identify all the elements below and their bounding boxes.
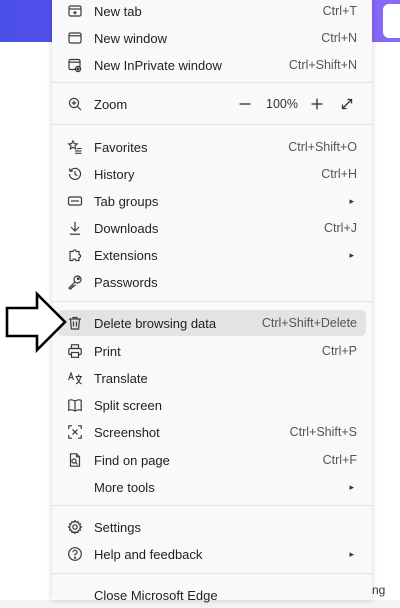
new-tab-icon: [67, 3, 83, 19]
menu-divider: [52, 301, 372, 302]
split-screen-icon: [67, 397, 83, 413]
help-icon: [67, 546, 83, 562]
download-icon: [67, 220, 83, 236]
inprivate-icon: [67, 57, 83, 73]
menu-item-new-inprivate-window[interactable]: New InPrivate window Ctrl+Shift+N: [58, 52, 366, 78]
fullscreen-button[interactable]: [338, 95, 356, 113]
trash-icon: [67, 315, 83, 331]
history-icon: [67, 166, 83, 182]
menu-item-new-window[interactable]: New window Ctrl+N: [58, 25, 366, 51]
menu-divider: [52, 573, 372, 574]
menu-item-delete-browsing-data[interactable]: Delete browsing data Ctrl+Shift+Delete: [58, 310, 366, 336]
puzzle-icon: [67, 247, 83, 263]
menu-item-more-tools[interactable]: More tools ▸: [58, 474, 366, 500]
menu-divider: [52, 124, 372, 125]
menu-item-new-tab[interactable]: New tab Ctrl+T: [58, 0, 366, 24]
menu-item-passwords[interactable]: Passwords: [58, 269, 366, 295]
pointer-arrow-icon: [5, 291, 67, 353]
menu-item-close-microsoft-edge[interactable]: Close Microsoft Edge: [58, 582, 366, 608]
printer-icon: [67, 343, 83, 359]
menu-item-extensions[interactable]: Extensions ▸: [58, 242, 366, 268]
menu-item-settings[interactable]: Settings: [58, 514, 366, 540]
menu-item-zoom: Zoom 100%: [58, 91, 366, 117]
menu-item-find-on-page[interactable]: Find on page Ctrl+F: [58, 447, 366, 473]
menu-item-screenshot[interactable]: Screenshot Ctrl+Shift+S: [58, 419, 366, 445]
menu-divider: [52, 82, 372, 83]
menu-item-downloads[interactable]: Downloads Ctrl+J: [58, 215, 366, 241]
zoom-in-button[interactable]: [308, 95, 326, 113]
background-button: [383, 4, 400, 38]
menu-divider: [52, 505, 372, 506]
zoom-icon: [67, 96, 83, 112]
submenu-arrow-icon: ▸: [349, 481, 354, 492]
find-page-icon: [67, 452, 83, 468]
menu-item-favorites[interactable]: Favorites Ctrl+Shift+O: [58, 134, 366, 160]
submenu-arrow-icon: ▸: [349, 249, 354, 260]
menu-item-history[interactable]: History Ctrl+H: [58, 161, 366, 187]
window-icon: [67, 30, 83, 46]
background-page-right: [372, 42, 400, 600]
zoom-controls: 100%: [236, 95, 356, 113]
tab-groups-icon: [67, 193, 83, 209]
key-icon: [67, 274, 83, 290]
gear-icon: [67, 519, 83, 535]
menu-item-help-and-feedback[interactable]: Help and feedback ▸: [58, 541, 366, 567]
background-text: ng: [372, 583, 386, 597]
submenu-arrow-icon: ▸: [349, 548, 354, 559]
star-list-icon: [67, 139, 83, 155]
zoom-level: 100%: [266, 97, 298, 111]
menu-item-tab-groups[interactable]: Tab groups ▸: [58, 188, 366, 214]
submenu-arrow-icon: ▸: [349, 195, 354, 206]
translate-icon: [67, 370, 83, 386]
menu-item-split-screen[interactable]: Split screen: [58, 392, 366, 418]
menu-item-print[interactable]: Print Ctrl+P: [58, 338, 366, 364]
menu-item-translate[interactable]: Translate: [58, 365, 366, 391]
browser-settings-menu: New tab Ctrl+T New window Ctrl+N New InP…: [52, 0, 372, 603]
screenshot-icon: [67, 424, 83, 440]
zoom-out-button[interactable]: [236, 95, 254, 113]
